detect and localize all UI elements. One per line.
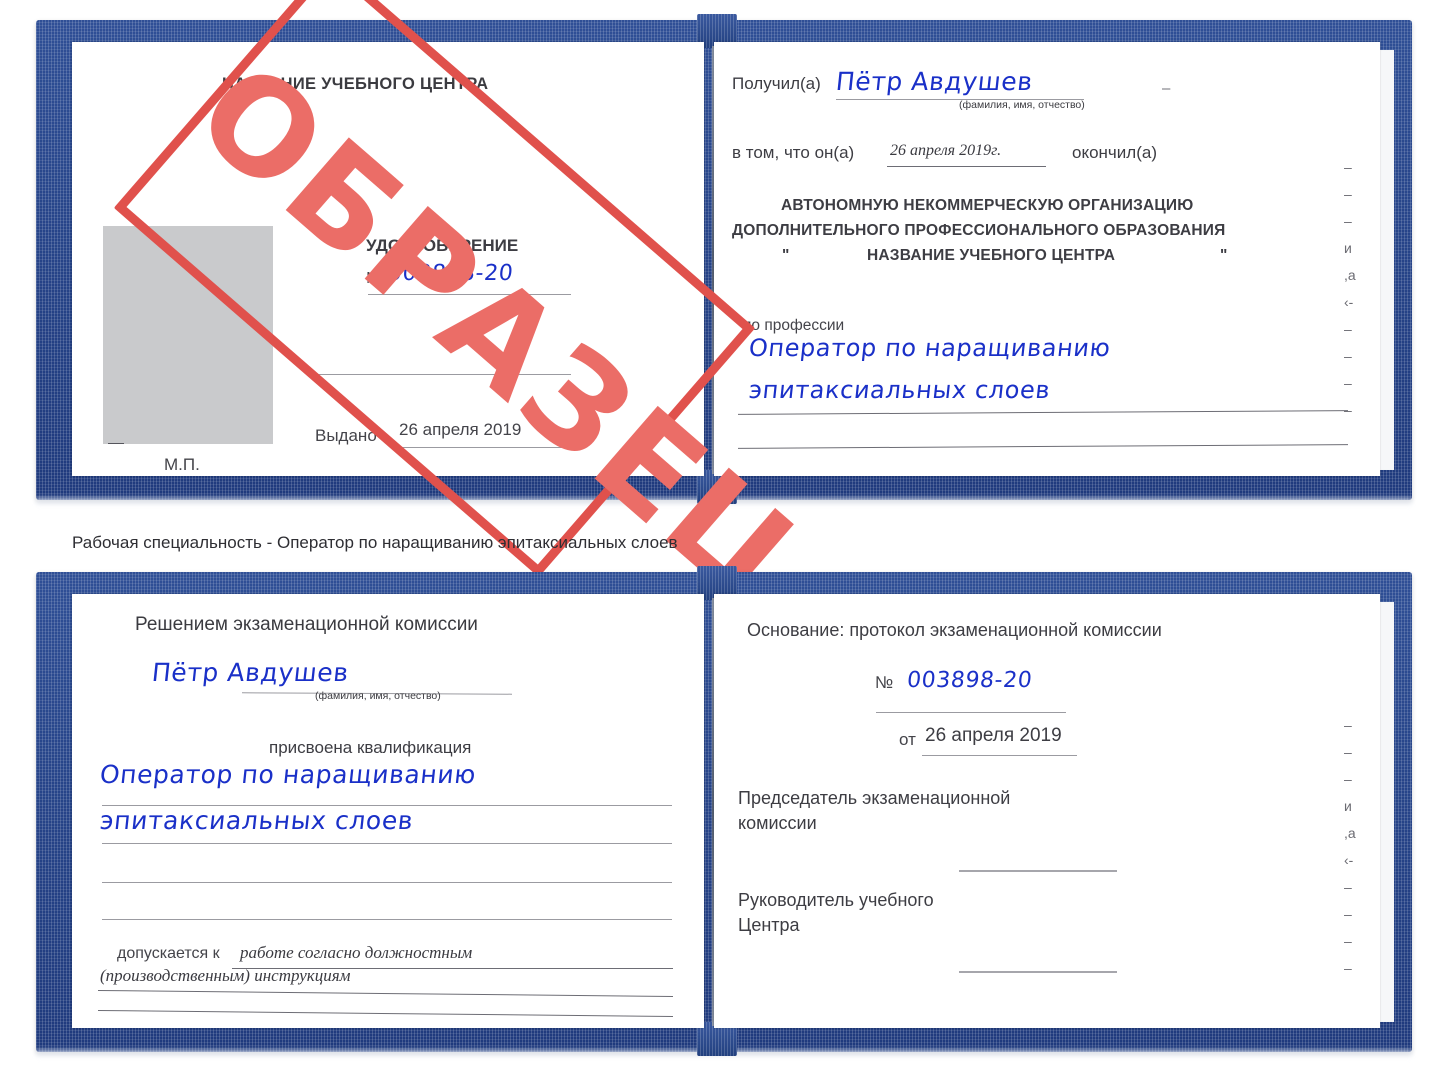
issued-date-value: 26 апреля 2019 — [399, 420, 522, 439]
graduate-name-value: Пётр Авдушев — [150, 658, 351, 687]
chair-signature-line — [959, 870, 1117, 872]
photo-bottom-tick — [108, 443, 124, 444]
that-he-date-value: 26 апреля 2019г. — [890, 142, 1002, 159]
chair-title-line-1: Председатель экзаменационной — [738, 788, 1011, 808]
blank-line-1 — [317, 374, 571, 375]
admitted-rule-2 — [98, 989, 673, 998]
qualification-label: присвоена квалификация — [269, 738, 472, 757]
image-caption: Рабочая специальность - Оператор по нара… — [72, 533, 678, 552]
protocol-number-underline — [876, 712, 1066, 713]
book-bottom-edge-sliver — [1380, 602, 1394, 1022]
org-line-3: НАЗВАНИЕ УЧЕБНОГО ЦЕНТРА — [867, 247, 1116, 264]
head-title-line-1: Руководитель учебного — [738, 890, 934, 910]
head-signature-line — [959, 971, 1117, 973]
photo-placeholder — [103, 226, 273, 444]
protocol-date-underline — [922, 755, 1077, 756]
profession-underline-2 — [738, 444, 1348, 449]
book-top-right-page: Получил(а) Пётр Авдушев (фамилия, имя, о… — [714, 42, 1380, 476]
protocol-date-value: 26 апреля 2019 — [925, 725, 1062, 746]
basis-label: Основание: протокол экзаменационной коми… — [747, 620, 1162, 640]
issued-label: Выдано — [315, 426, 377, 445]
qualification-rule-2 — [102, 843, 672, 844]
that-he-label: в том, что он(а) — [732, 143, 855, 162]
qualification-line-1: Оператор по наращиванию — [98, 760, 478, 789]
profession-line-1: Оператор по наращиванию — [747, 334, 1112, 362]
org-quote-close: " — [1220, 247, 1228, 264]
book-top-edge-sliver — [1380, 50, 1394, 470]
received-dash: – — [1162, 80, 1171, 97]
protocol-number-label: № — [875, 673, 894, 692]
admitted-label: допускается к — [117, 945, 220, 962]
page-edge-crop-column-bottom: – – – и ,а ‹- – – – – — [1344, 717, 1356, 976]
admitted-line-1: работе согласно должностным — [240, 943, 473, 962]
page-edge-crop-column-top: – – – и ,а ‹- – – – – — [1344, 159, 1356, 418]
certificate-number-value: 003898-20 — [386, 261, 515, 286]
profession-line-2: эпитаксиальных слоев — [747, 376, 1052, 404]
org-line-2: ДОПОЛНИТЕЛЬНОГО ПРОФЕССИОНАЛЬНОГО ОБРАЗО… — [732, 222, 1226, 239]
book-top-left-page: НАЗВАНИЕ УЧЕБНОГО ЦЕНТРА М.П. УДОСТОВЕРЕ… — [72, 42, 704, 476]
doc-kind-label: УДОСТОВЕРЕНИЕ — [366, 236, 519, 255]
number-sign-label: № — [366, 270, 384, 287]
blank-rule-1 — [102, 882, 672, 883]
org-line-1: АВТОНОМНУЮ НЕКОММЕРЧЕСКУЮ ОРГАНИЗАЦИЮ — [781, 197, 1194, 214]
fio-hint-top: (фамилия, имя, отчество) — [959, 99, 1085, 111]
book-bottom-right-page: Основание: протокол экзаменационной коми… — [714, 594, 1380, 1028]
protocol-date-label: от — [899, 730, 916, 749]
chair-title-line-2: комиссии — [738, 813, 817, 833]
profession-underline-1 — [738, 410, 1348, 415]
admitted-rule-3 — [98, 1009, 673, 1018]
decision-heading: Решением экзаменационной комиссии — [135, 614, 478, 635]
certificate-scan-stage: НАЗВАНИЕ УЧЕБНОГО ЦЕНТРА М.П. УДОСТОВЕРЕ… — [0, 0, 1448, 1085]
qualification-line-2: эпитаксиальных слоев — [98, 806, 415, 835]
that-he-underline — [887, 166, 1046, 167]
received-label: Получил(а) — [732, 74, 821, 93]
fio-hint-bottom: (фамилия, имя, отчество) — [315, 690, 441, 702]
stamp-place-label: М.П. — [164, 455, 200, 474]
finished-label: окончил(а) — [1072, 143, 1157, 162]
head-title-line-2: Центра — [738, 915, 800, 935]
received-name-value: Пётр Авдушев — [834, 67, 1035, 96]
book-bottom-left-page: Решением экзаменационной комиссии Пётр А… — [72, 594, 704, 1028]
admitted-line-2: (производственным) инструкциям — [100, 966, 351, 985]
org-quote-open: " — [782, 247, 790, 264]
protocol-number-value: 003898-20 — [905, 668, 1034, 693]
org-title-top: НАЗВАНИЕ УЧЕБНОГО ЦЕНТРА — [222, 75, 489, 93]
profession-label: по профессии — [743, 317, 845, 334]
blank-rule-2 — [102, 919, 672, 920]
number-underline — [368, 294, 571, 295]
issued-underline — [394, 447, 571, 448]
